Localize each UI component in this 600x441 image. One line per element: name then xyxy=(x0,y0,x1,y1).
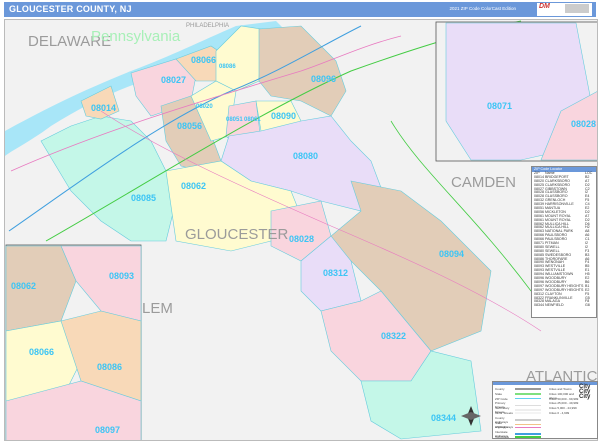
header-bar: GLOUCESTER COUNTY, NJ 2021 ZIP Code Colo… xyxy=(4,2,596,17)
legend-city-item: Cities 25,000 - 49,999 xyxy=(549,401,579,406)
map-legend: County State ZIP Code Primary Streets Second… xyxy=(492,381,598,439)
place-label-camden: CAMDEN xyxy=(451,174,516,191)
zip-label: 08080 xyxy=(293,151,318,161)
zip-label: 08066 xyxy=(29,347,54,357)
zip-label: 08020 xyxy=(196,104,213,110)
zip-label: 08028 xyxy=(571,119,596,129)
zip-label: 08096 xyxy=(311,74,336,84)
legend-swatch xyxy=(515,436,541,438)
legend-city-item: Cities 0 - 4,999 xyxy=(549,411,570,415)
legend-item: County xyxy=(495,387,545,391)
place-label-pennsylvania: Pennsylvania xyxy=(91,28,181,45)
zip-label: 08027 xyxy=(161,75,186,85)
zip-table-cell: 08344 xyxy=(534,303,544,308)
zip-region-08085 xyxy=(40,115,177,242)
legend-city-item: Cities and Towns xyxy=(549,387,572,391)
zip-code-locator-table: ZIP Code Locator ZIP Name LOC 08014 BRIDGEP… xyxy=(531,166,597,318)
legend-item: Toll Roads xyxy=(495,435,545,439)
zip-label: 08090 xyxy=(271,111,296,121)
legend-city-item: Cities 50,000 - 99,999 xyxy=(549,396,579,401)
legend-item: ZIP Code xyxy=(495,397,545,401)
zip-label: 08056 xyxy=(177,121,202,131)
legend-swatch xyxy=(515,412,541,414)
city-size-icon: City City City xyxy=(579,384,591,400)
zip-label: 08014 xyxy=(91,103,116,113)
legend-swatch xyxy=(515,393,541,395)
zip-label: 08028 xyxy=(289,234,314,244)
zip-label: 08093 xyxy=(109,271,134,281)
zip-label: 08322 xyxy=(381,331,406,341)
zip-label: 08071 xyxy=(487,101,512,111)
place-label-salem: LEM xyxy=(142,300,173,317)
zip-label: 08062 xyxy=(181,181,206,191)
zip-label: 08051 xyxy=(226,117,243,123)
legend-swatch xyxy=(515,397,541,400)
zip-label: 08066 xyxy=(191,55,216,65)
zip-label: 08312 xyxy=(323,268,348,278)
zip-label: 08094 xyxy=(439,249,464,259)
legend-city-item: Cities 5,000 - 24,999 xyxy=(549,406,577,411)
place-label-gloucester: GLOUCESTER xyxy=(185,226,289,243)
map-title: GLOUCESTER COUNTY, NJ xyxy=(9,4,132,14)
zip-label: 08085 xyxy=(131,193,156,203)
legend-item: Minor Streets xyxy=(495,411,545,415)
map-canvas[interactable]: DELAWARE Pennsylvania PHILADELPHIA CAMDE… xyxy=(4,19,598,441)
legend-item: US Highways xyxy=(495,425,545,429)
zip-table-cell: NEWFIELD xyxy=(545,303,564,308)
zip-label: 08344 xyxy=(431,413,456,423)
map-svg: DELAWARE Pennsylvania PHILADELPHIA CAMDE… xyxy=(5,20,597,440)
zip-table-row: 08344 NEWFIELD G8 xyxy=(532,303,596,308)
zip-label: 08061 xyxy=(244,117,261,123)
legend-item: State xyxy=(495,392,545,396)
zip-label: 08086 xyxy=(97,362,122,372)
publisher-logo: DM xyxy=(537,3,592,16)
edition-label: 2021 ZIP Code ColorCast Edition xyxy=(449,6,516,11)
legend-swatch xyxy=(515,388,541,390)
zip-label: 08086 xyxy=(219,64,236,70)
legend-swatch xyxy=(515,426,541,429)
zip-table-cell: G8 xyxy=(585,303,590,308)
zip-label: 08097 xyxy=(95,425,120,435)
zip-label: 08062 xyxy=(11,281,36,291)
place-label-philadelphia: PHILADELPHIA xyxy=(186,23,229,29)
